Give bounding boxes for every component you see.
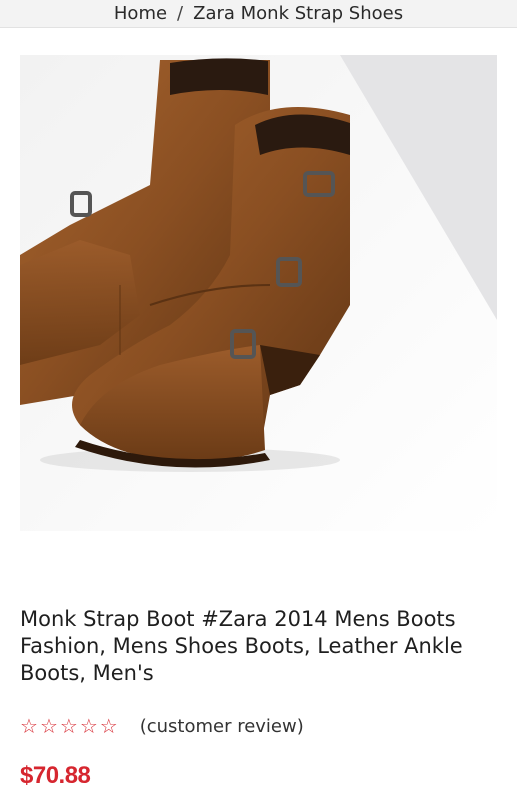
product-image[interactable] xyxy=(20,55,497,531)
breadcrumb-current: Zara Monk Strap Shoes xyxy=(193,3,404,24)
customer-review-link[interactable]: (customer review) xyxy=(140,716,304,737)
breadcrumb: Home / Zara Monk Strap Shoes xyxy=(0,0,517,28)
boot-photo xyxy=(20,55,497,531)
product-price: $70.88 xyxy=(20,762,91,789)
star-icon: ☆ xyxy=(79,714,98,738)
product-title: Monk Strap Boot #Zara 2014 Mens Boots Fa… xyxy=(20,607,463,685)
star-icon: ☆ xyxy=(39,714,58,738)
rating-row: ☆ ☆ ☆ ☆ ☆ (customer review) xyxy=(20,712,304,740)
star-icon: ☆ xyxy=(59,714,78,738)
star-icon: ☆ xyxy=(20,714,38,738)
star-rating[interactable]: ☆ ☆ ☆ ☆ ☆ xyxy=(20,716,118,736)
breadcrumb-separator: / xyxy=(177,3,184,24)
breadcrumb-home-link[interactable]: Home xyxy=(114,3,167,24)
star-icon: ☆ xyxy=(99,714,118,738)
